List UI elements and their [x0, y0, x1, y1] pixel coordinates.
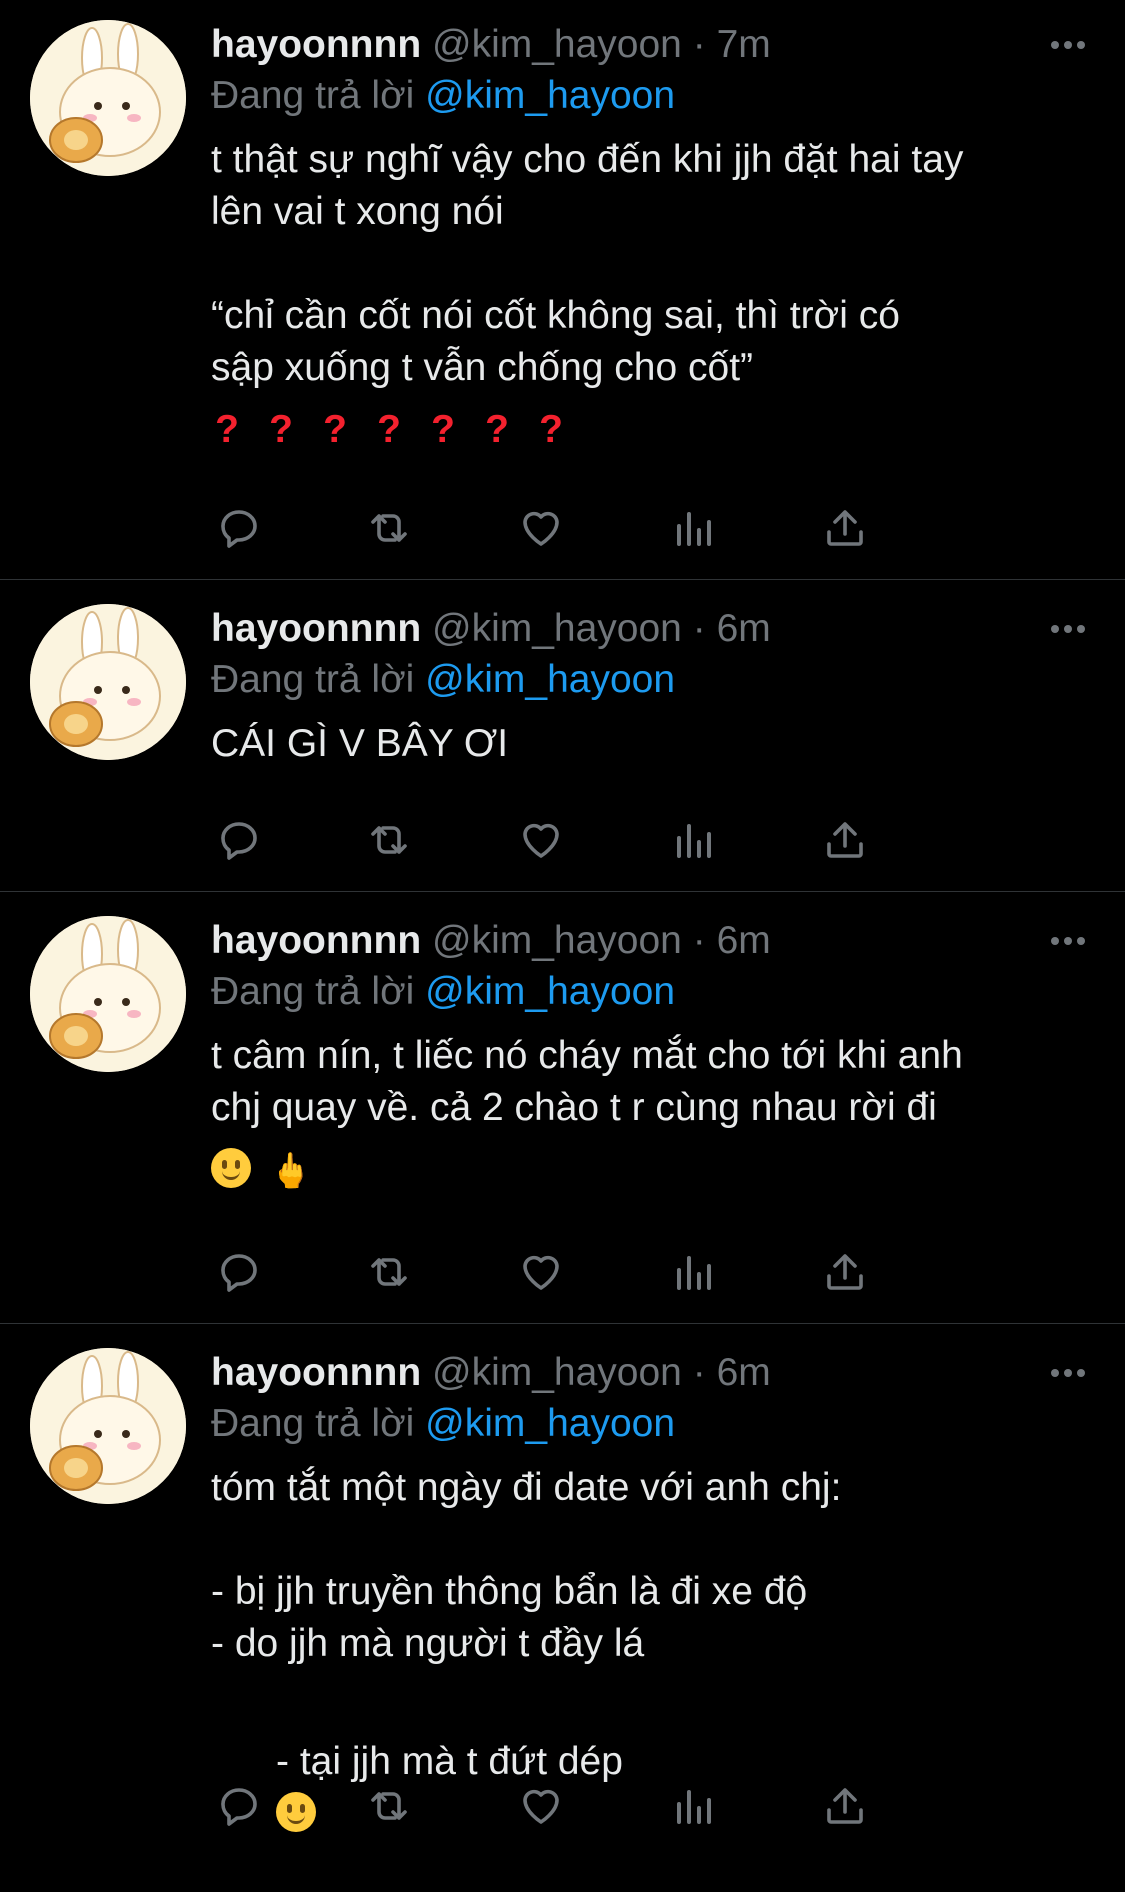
red-question-mark-icon: ? [485, 408, 509, 451]
more-icon[interactable] [1025, 604, 1085, 654]
share-icon[interactable] [815, 498, 875, 558]
tweet-actions [211, 1776, 1011, 1836]
display-name[interactable]: hayoonnnn [211, 607, 421, 650]
tweet-header: hayoonnnn @kim_hayoon · 6m [211, 916, 1085, 966]
reply-icon[interactable] [209, 498, 269, 558]
retweet-icon[interactable] [359, 810, 419, 870]
red-question-mark-icon: ? [323, 408, 347, 451]
like-icon[interactable] [511, 810, 571, 870]
tweet-header: hayoonnnn @kim_hayoon · 7m [211, 20, 1085, 70]
separator-dot: · [692, 607, 706, 650]
replying-to: Đang trả lời @kim_hayoon [211, 654, 1085, 706]
tweet-actions [211, 498, 1011, 558]
reply-icon[interactable] [209, 1242, 269, 1302]
share-icon[interactable] [815, 1776, 875, 1836]
replying-to: Đang trả lời @kim_hayoon [211, 966, 1085, 1018]
share-icon[interactable] [815, 810, 875, 870]
like-icon[interactable] [511, 1776, 571, 1836]
avatar[interactable] [30, 916, 186, 1072]
slightly-smiling-face-icon [211, 1148, 251, 1188]
mention-link[interactable]: @kim_hayoon [425, 1402, 675, 1445]
tweet[interactable]: hayoonnnn @kim_hayoon · 7m Đang trả lời … [0, 0, 1125, 580]
red-question-mark-icon: ? [431, 408, 455, 451]
avatar[interactable] [30, 20, 186, 176]
timestamp[interactable]: 7m [717, 23, 771, 66]
separator-dot: · [692, 23, 706, 66]
tweet-text: CÁI GÌ V BÂY ƠI [211, 722, 509, 765]
user-handle[interactable]: @kim_hayoon [432, 607, 682, 650]
replying-to: Đang trả lời @kim_hayoon [211, 1398, 1085, 1450]
user-handle[interactable]: @kim_hayoon [432, 919, 682, 962]
display-name[interactable]: hayoonnnn [211, 23, 421, 66]
timestamp[interactable]: 6m [717, 1351, 771, 1394]
user-handle[interactable]: @kim_hayoon [432, 1351, 682, 1394]
red-question-mark-icon: ? [377, 408, 401, 451]
emoji-row: 🖕 [211, 1144, 1085, 1197]
more-icon[interactable] [1025, 1348, 1085, 1398]
replying-to-label: Đang trả lời [211, 970, 415, 1013]
tweet-text: t câm nín, t liếc nó cháy mắt cho tới kh… [211, 1034, 963, 1129]
like-icon[interactable] [511, 498, 571, 558]
views-icon[interactable] [663, 498, 723, 558]
avatar[interactable] [30, 1348, 186, 1504]
tweet-text: tóm tắt một ngày đi date với anh chj: - … [211, 1466, 842, 1665]
mention-link[interactable]: @kim_hayoon [425, 970, 675, 1013]
like-icon[interactable] [511, 1242, 571, 1302]
tweet-actions [211, 810, 1011, 870]
separator-dot: · [692, 1351, 706, 1394]
display-name[interactable]: hayoonnnn [211, 919, 421, 962]
tweet[interactable]: hayoonnnn @kim_hayoon · 6m Đang trả lời … [0, 892, 1125, 1324]
bunny-avatar-icon [30, 20, 186, 176]
replying-to-label: Đang trả lời [211, 658, 415, 701]
red-question-mark-icon: ? [539, 408, 563, 451]
timestamp[interactable]: 6m [717, 607, 771, 650]
tweet-text: t thật sự nghĩ vậy cho đến khi jjh đặt h… [211, 138, 964, 389]
retweet-icon[interactable] [359, 1776, 419, 1836]
tweet[interactable]: hayoonnnn @kim_hayoon · 6m Đang trả lời … [0, 1324, 1125, 1857]
middle-finger-icon: 🖕 [269, 1152, 313, 1190]
display-name[interactable]: hayoonnnn [211, 1351, 421, 1394]
replying-to: Đang trả lời @kim_hayoon [211, 70, 1085, 122]
share-icon[interactable] [815, 1242, 875, 1302]
avatar[interactable] [30, 604, 186, 760]
mention-link[interactable]: @kim_hayoon [425, 658, 675, 701]
retweet-icon[interactable] [359, 1242, 419, 1302]
retweet-icon[interactable] [359, 498, 419, 558]
replying-to-label: Đang trả lời [211, 1402, 415, 1445]
tweet[interactable]: hayoonnnn @kim_hayoon · 6m Đang trả lời … [0, 580, 1125, 892]
bunny-avatar-icon [30, 604, 186, 760]
views-icon[interactable] [663, 1242, 723, 1302]
more-icon[interactable] [1025, 916, 1085, 966]
timestamp[interactable]: 6m [717, 919, 771, 962]
views-icon[interactable] [663, 810, 723, 870]
replying-to-label: Đang trả lời [211, 74, 415, 117]
question-emoji-row: ??????? [211, 404, 1085, 456]
tweet-header: hayoonnnn @kim_hayoon · 6m [211, 1348, 1085, 1398]
red-question-mark-icon: ? [269, 408, 293, 451]
reply-icon[interactable] [209, 1776, 269, 1836]
bunny-avatar-icon [30, 1348, 186, 1504]
views-icon[interactable] [663, 1776, 723, 1836]
user-handle[interactable]: @kim_hayoon [432, 23, 682, 66]
reply-icon[interactable] [209, 810, 269, 870]
bunny-avatar-icon [30, 916, 186, 1072]
separator-dot: · [692, 919, 706, 962]
tweet-actions [211, 1242, 1011, 1302]
tweet-header: hayoonnnn @kim_hayoon · 6m [211, 604, 1085, 654]
more-icon[interactable] [1025, 20, 1085, 70]
red-question-mark-icon: ? [215, 408, 239, 451]
mention-link[interactable]: @kim_hayoon [425, 74, 675, 117]
